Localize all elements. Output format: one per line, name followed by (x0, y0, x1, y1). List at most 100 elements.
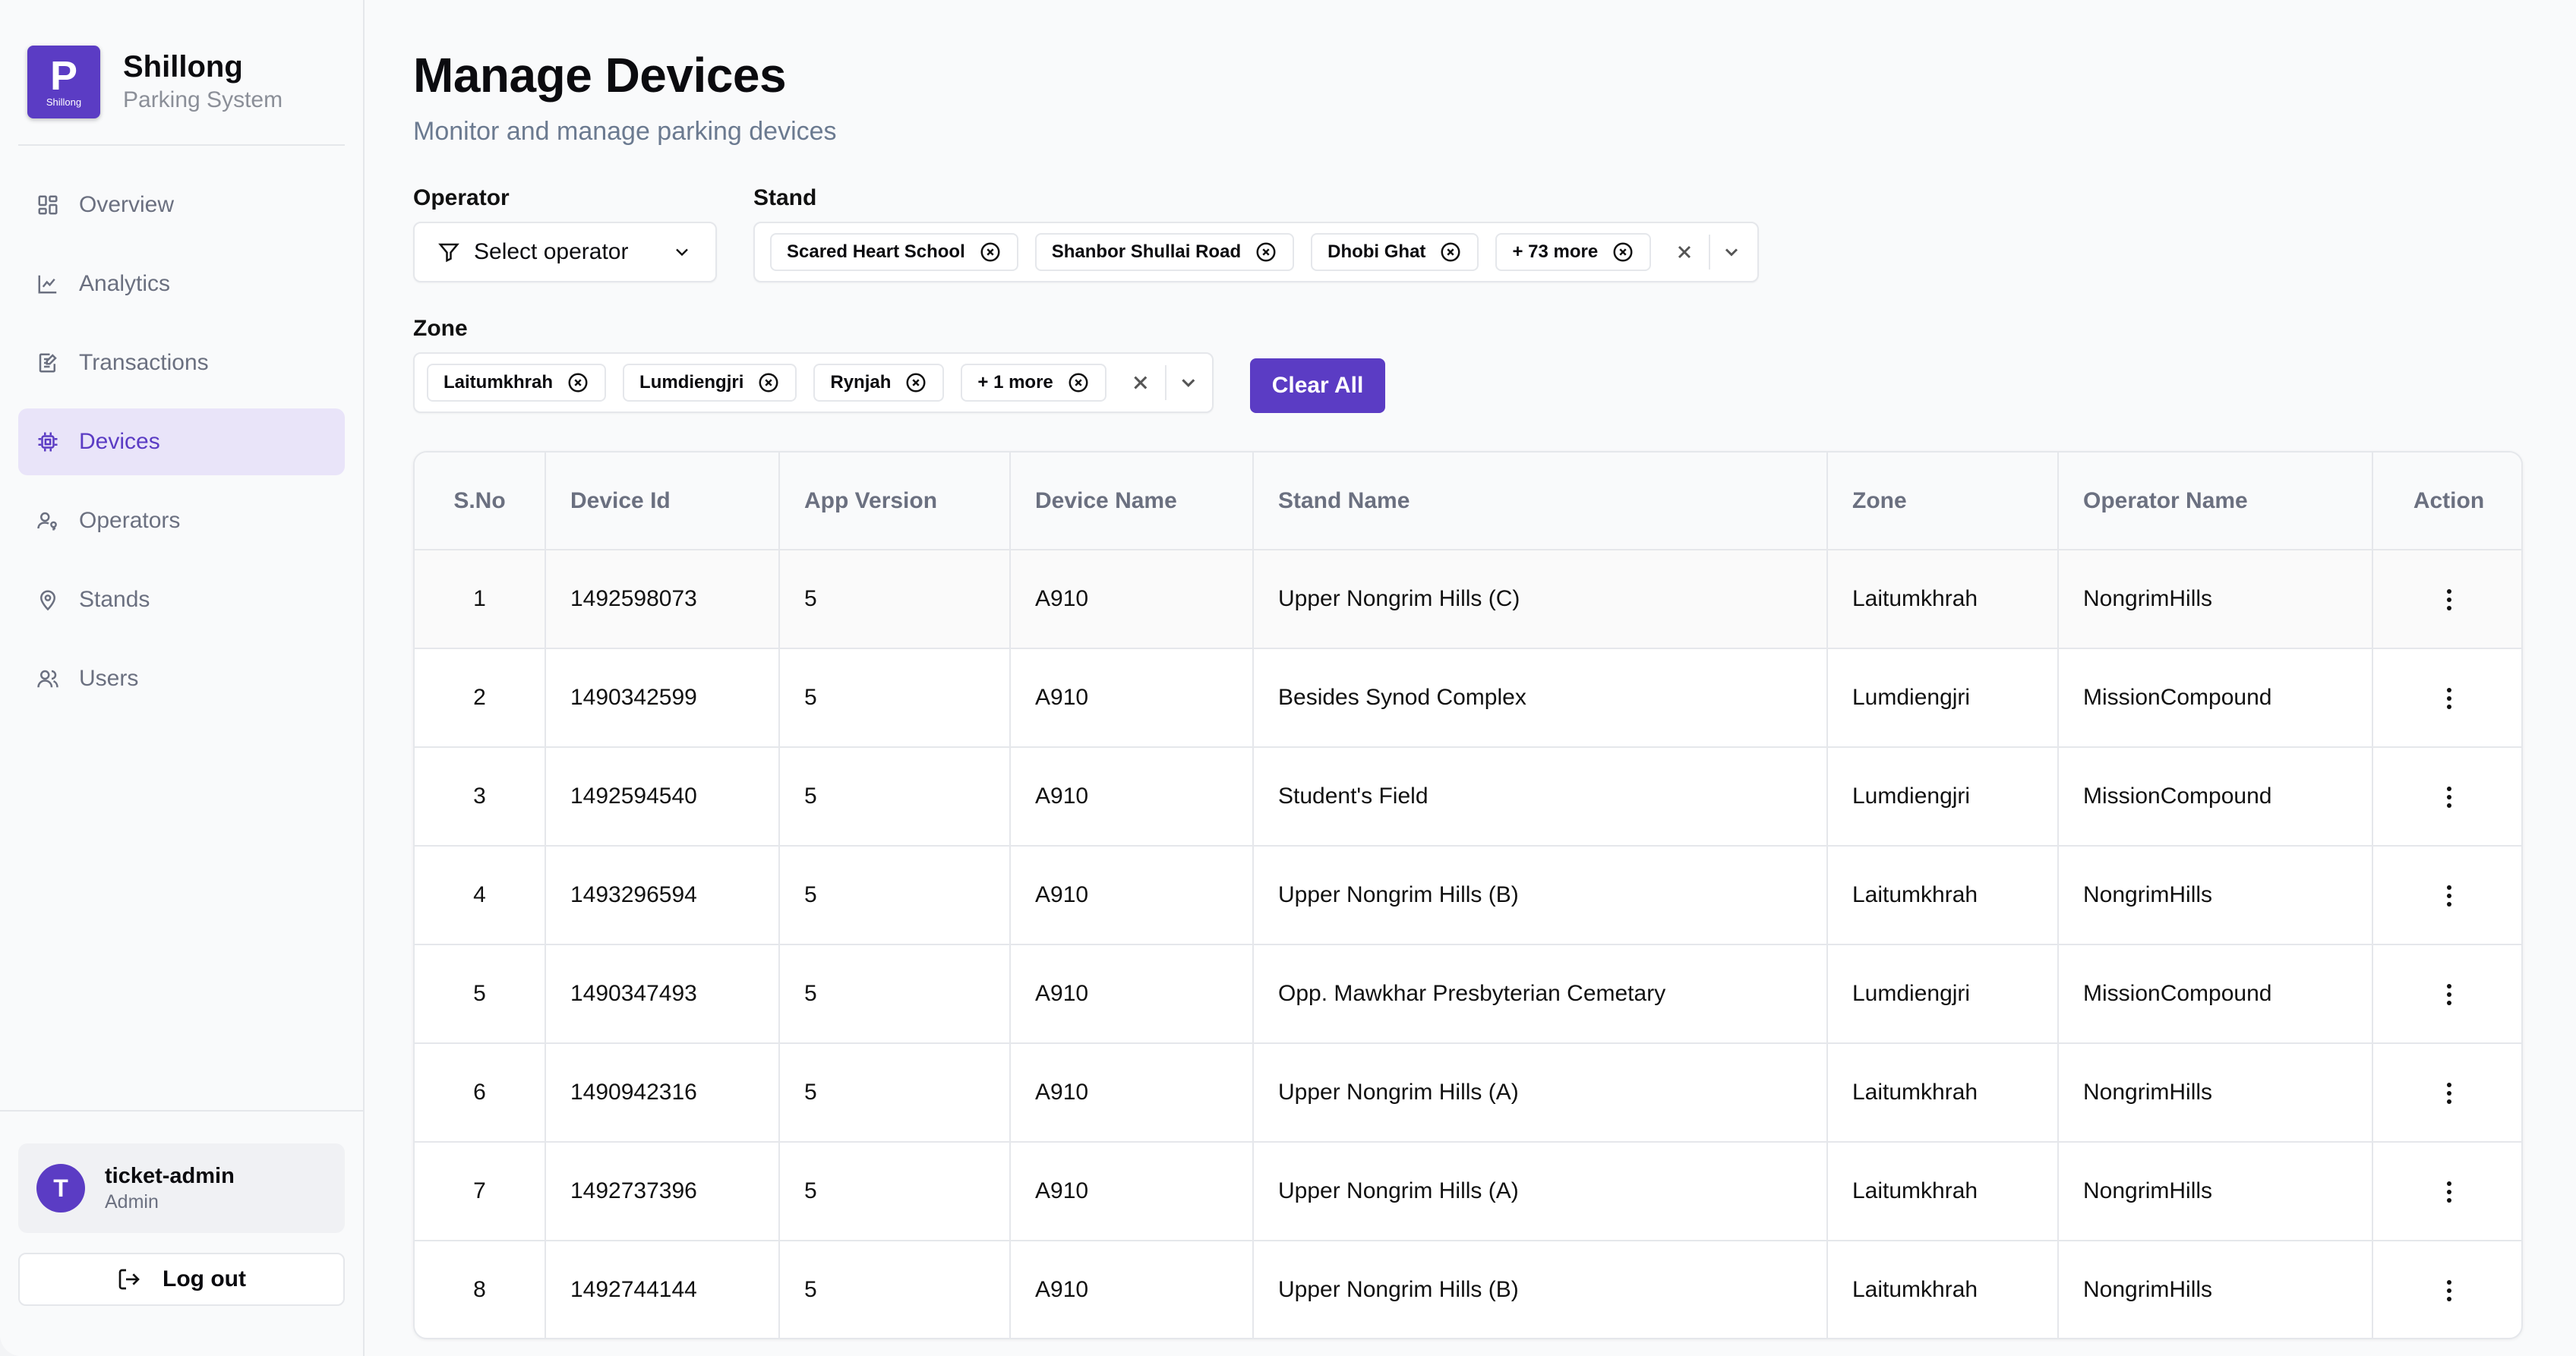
stand-chip[interactable]: Dhobi Ghat (1311, 233, 1479, 271)
table-cell: Upper Nongrim Hills (B) (1253, 1241, 1828, 1338)
remove-circle-icon[interactable] (979, 241, 1002, 263)
sidebar-item-users[interactable]: Users (18, 645, 345, 712)
sidebar-item-overview[interactable]: Overview (18, 172, 345, 238)
table-cell: 5 (779, 846, 1011, 945)
zone-chip[interactable]: Rynjah (813, 364, 945, 402)
sidebar-item-analytics[interactable]: Analytics (18, 251, 345, 317)
zone-more-chip[interactable]: + 1 more (961, 364, 1106, 402)
avatar: T (36, 1164, 85, 1213)
operator-select[interactable]: Select operator (413, 222, 717, 282)
row-action-cell (2372, 1043, 2521, 1143)
operator-label: Operator (413, 185, 510, 210)
brand-text: Shillong Parking System (123, 49, 283, 115)
table-cell: Laitumkhrah (1827, 1142, 2059, 1241)
table-cell: Besides Synod Complex (1253, 648, 1828, 748)
table-row: 3 1492594540 5 A910 Student's Field Lumdiengj… (415, 747, 2521, 847)
chevron-down-icon (676, 248, 688, 257)
zone-chip[interactable]: Lumdiengjri (623, 364, 797, 402)
zone-multiselect[interactable]: Laitumkhrah Lumdiengjri Rynjah + 1 more (413, 352, 1214, 413)
user-key-icon (37, 512, 57, 531)
table-row: 6 1490942316 5 A910 Upper Nongrim Hills (A) L… (415, 1043, 2521, 1143)
receipt-edit-icon (39, 353, 57, 373)
table-cell: A910 (1010, 747, 1254, 847)
table-cell: Laitumkhrah (1827, 550, 2059, 649)
zone-chip[interactable]: Laitumkhrah (427, 364, 607, 402)
app-window: P Shillong Shillong Parking System Overv… (0, 0, 2576, 1356)
logout-icon (118, 1269, 140, 1290)
row-action-cell (2372, 944, 2521, 1044)
clear-zone-icon[interactable] (1129, 371, 1152, 394)
table-cell: Upper Nongrim Hills (A) (1253, 1142, 1828, 1241)
table-cell: 3 (415, 747, 546, 847)
column-header: S.No (415, 453, 546, 550)
operator-select-placeholder: Select operator (474, 239, 629, 264)
divider (1165, 365, 1167, 400)
stand-multiselect[interactable]: Scared Heart School Shanbor Shullai Road… (753, 222, 1759, 282)
column-header: Device Name (1010, 453, 1254, 550)
more-vertical-icon[interactable] (2445, 884, 2453, 908)
remove-circle-icon[interactable] (904, 371, 927, 394)
remove-circle-icon[interactable] (757, 371, 780, 394)
table-cell: Laitumkhrah (1827, 846, 2059, 945)
chip-label: Laitumkhrah (444, 372, 554, 393)
remove-circle-icon[interactable] (1067, 371, 1090, 394)
user-card[interactable]: T ticket-admin Admin (18, 1143, 345, 1233)
sidebar-item-label: Devices (79, 429, 160, 454)
stand-chip[interactable]: Shanbor Shullai Road (1034, 233, 1295, 271)
table-cell: Opp. Mawkhar Presbyterian Cemetary (1253, 944, 1828, 1044)
logout-label: Log out (163, 1266, 246, 1291)
brand-divider (18, 144, 345, 146)
more-vertical-icon[interactable] (2445, 1081, 2453, 1105)
column-header: Device Id (545, 453, 780, 550)
row-action-cell (2372, 648, 2521, 748)
sidebar-item-label: Operators (79, 508, 181, 533)
user-name: ticket-admin (105, 1164, 235, 1188)
map-pin-icon (39, 590, 56, 611)
stand-more-chip[interactable]: + 73 more (1495, 233, 1652, 271)
user-role: Admin (105, 1191, 159, 1213)
table-cell: MissionCompound (2058, 747, 2373, 847)
table-cell: Upper Nongrim Hills (A) (1253, 1043, 1828, 1143)
sidebar-item-operators[interactable]: Operators (18, 487, 345, 554)
remove-circle-icon[interactable] (567, 371, 589, 394)
table-row: 4 1493296594 5 A910 Upper Nongrim Hills (B) L… (415, 846, 2521, 945)
brand-subtitle: Parking System (123, 87, 283, 112)
more-vertical-icon[interactable] (2445, 785, 2453, 809)
chip-label: Dhobi Ghat (1327, 241, 1426, 262)
remove-circle-icon[interactable] (1439, 241, 1462, 263)
logout-button[interactable]: Log out (18, 1253, 345, 1306)
table-cell: Upper Nongrim Hills (C) (1253, 550, 1828, 649)
stand-chip[interactable]: Scared Heart School (770, 233, 1018, 271)
table-cell: 5 (779, 1142, 1011, 1241)
table-cell: Laitumkhrah (1827, 1043, 2059, 1143)
sidebar: P Shillong Shillong Parking System Overv… (0, 0, 365, 1356)
chip-label: + 73 more (1512, 241, 1599, 262)
table-cell: 1490942316 (545, 1043, 780, 1143)
table-cell: 1492737396 (545, 1142, 780, 1241)
table-cell: A910 (1010, 944, 1254, 1044)
row-action-cell (2372, 747, 2521, 847)
table-cell: 6 (415, 1043, 546, 1143)
table-row: 1 1492598073 5 A910 Upper Nongrim Hills (C) L… (415, 550, 2521, 649)
row-action-cell (2372, 1241, 2521, 1338)
sidebar-item-devices[interactable]: Devices (18, 408, 345, 475)
sidebar-item-label: Overview (79, 192, 175, 217)
sidebar-item-label: Users (79, 666, 139, 691)
chevron-down-icon[interactable] (1721, 241, 1742, 263)
more-vertical-icon[interactable] (2445, 982, 2453, 1007)
more-vertical-icon[interactable] (2445, 1180, 2453, 1204)
chevron-down-icon[interactable] (1177, 371, 1200, 394)
table-cell: A910 (1010, 1142, 1254, 1241)
sidebar-item-transactions[interactable]: Transactions (18, 330, 345, 396)
clear-stand-icon[interactable] (1674, 241, 1695, 263)
table-cell: NongrimHills (2058, 1241, 2373, 1338)
sidebar-item-stands[interactable]: Stands (18, 566, 345, 633)
remove-circle-icon[interactable] (1612, 241, 1634, 263)
more-vertical-icon[interactable] (2445, 588, 2453, 612)
clear-all-button[interactable]: Clear All (1250, 358, 1385, 413)
remove-circle-icon[interactable] (1255, 241, 1277, 263)
more-vertical-icon[interactable] (2445, 686, 2453, 711)
more-vertical-icon[interactable] (2445, 1279, 2453, 1303)
sidebar-item-label: Stands (79, 587, 150, 612)
sidebar-item-label: Transactions (79, 350, 209, 375)
